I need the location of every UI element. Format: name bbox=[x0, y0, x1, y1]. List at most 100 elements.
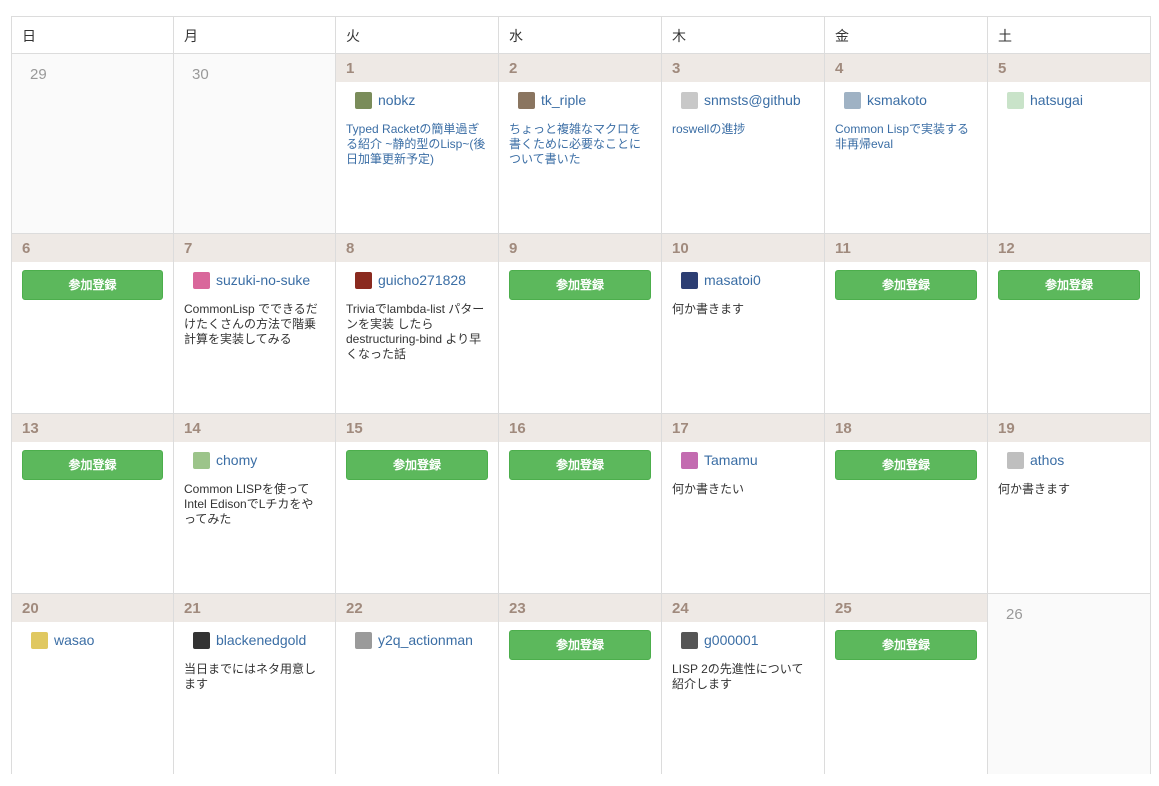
day-number-bar: 13 bbox=[12, 414, 173, 442]
entry-user[interactable]: guicho271828 bbox=[346, 270, 488, 290]
day-number-bar: 17 bbox=[662, 414, 824, 442]
join-button[interactable]: 参加登録 bbox=[835, 630, 977, 660]
day-cell: 14 chomy Common LISPを使ってIntel EdisonでLチカをや… bbox=[174, 414, 336, 593]
day-cell: 18 参加登録 bbox=[825, 414, 988, 593]
user-name-link[interactable]: masatoi0 bbox=[704, 272, 761, 288]
day-cell: 10 masatoi0 何か書きます bbox=[662, 234, 825, 413]
day-number: 17 bbox=[672, 420, 689, 437]
day-number-bar: 19 bbox=[988, 414, 1150, 442]
calendar-entry: suzuki-no-suke CommonLisp でできるだけたくさんの方法で階… bbox=[174, 262, 335, 347]
user-avatar-icon bbox=[355, 631, 372, 649]
join-button[interactable]: 参加登録 bbox=[835, 450, 977, 480]
day-cell: 8 guicho271828 Triviaでlambda-list パターンを実装 … bbox=[336, 234, 499, 413]
user-name-link[interactable]: Tamamu bbox=[704, 452, 758, 468]
day-cell: 9 参加登録 bbox=[499, 234, 662, 413]
day-number: 3 bbox=[672, 60, 681, 77]
entry-user[interactable]: masatoi0 bbox=[672, 270, 814, 290]
week-row: 20 wasao 21 blackenedgold 当日までにはネタ用意します 22 y2q… bbox=[12, 594, 1150, 774]
join-button[interactable]: 参加登録 bbox=[22, 450, 163, 480]
day-number: 13 bbox=[22, 420, 39, 437]
user-name-link[interactable]: tk_riple bbox=[541, 92, 586, 108]
day-number-bar: 25 bbox=[825, 594, 987, 622]
entry-user[interactable]: ksmakoto bbox=[835, 90, 977, 110]
day-cell: 1 nobkz Typed Racketの簡単過ぎる紹介 ~静的型のLisp~(後日… bbox=[336, 54, 499, 233]
user-name-link[interactable]: wasao bbox=[54, 632, 94, 648]
join-button[interactable]: 参加登録 bbox=[835, 270, 977, 300]
join-button[interactable]: 参加登録 bbox=[346, 450, 488, 480]
day-number: 19 bbox=[998, 420, 1015, 437]
user-avatar-icon bbox=[1007, 91, 1024, 109]
user-name-link[interactable]: suzuki-no-suke bbox=[216, 272, 310, 288]
entry-user[interactable]: hatsugai bbox=[998, 90, 1140, 110]
entry-user[interactable]: wasao bbox=[22, 630, 163, 650]
user-avatar-icon bbox=[1007, 451, 1024, 469]
user-name-link[interactable]: hatsugai bbox=[1030, 92, 1083, 108]
entry-user[interactable]: tk_riple bbox=[509, 90, 651, 110]
day-cell: 13 参加登録 bbox=[12, 414, 174, 593]
day-number-bar: 15 bbox=[336, 414, 498, 442]
day-number-bar: 14 bbox=[174, 414, 335, 442]
entry-title-link[interactable]: Typed Racketの簡単過ぎる紹介 ~静的型のLisp~(後日加筆更新予定… bbox=[346, 122, 488, 167]
user-name-link[interactable]: g000001 bbox=[704, 632, 759, 648]
entry-user[interactable]: g000001 bbox=[672, 630, 814, 650]
entry-user[interactable]: y2q_actionman bbox=[346, 630, 488, 650]
day-number-bar: 26 bbox=[988, 594, 1150, 623]
entry-title-link[interactable]: Common Lispで実装する非再帰eval bbox=[835, 122, 977, 152]
day-number-bar: 24 bbox=[662, 594, 824, 622]
user-name-link[interactable]: athos bbox=[1030, 452, 1064, 468]
entry-note: Triviaでlambda-list パターンを実装 したら destructu… bbox=[346, 302, 485, 361]
day-number-bar: 5 bbox=[988, 54, 1150, 82]
join-button[interactable]: 参加登録 bbox=[509, 450, 651, 480]
user-name-link[interactable]: y2q_actionman bbox=[378, 632, 473, 648]
join-button[interactable]: 参加登録 bbox=[509, 630, 651, 660]
entry-user[interactable]: athos bbox=[998, 450, 1140, 470]
day-number: 14 bbox=[184, 420, 201, 437]
entry-note: LISP 2の先進性について紹介します bbox=[672, 662, 804, 691]
day-cell: 7 suzuki-no-suke CommonLisp でできるだけたくさんの方法で… bbox=[174, 234, 336, 413]
day-number-bar: 1 bbox=[336, 54, 498, 82]
entry-user[interactable]: snmsts@github bbox=[672, 90, 814, 110]
entry-note: 何か書きたい bbox=[672, 482, 745, 496]
user-avatar-icon bbox=[355, 91, 372, 109]
day-number-bar: 16 bbox=[499, 414, 661, 442]
weekday-header-cell: 火 bbox=[336, 17, 499, 53]
user-name-link[interactable]: snmsts@github bbox=[704, 92, 801, 108]
week-row: 13 参加登録 14 chomy Common LISPを使ってIntel Edison… bbox=[12, 414, 1150, 594]
day-cell: 23 参加登録 bbox=[499, 594, 662, 774]
join-button[interactable]: 参加登録 bbox=[509, 270, 651, 300]
user-avatar-icon bbox=[681, 91, 698, 109]
entry-user[interactable]: blackenedgold bbox=[184, 630, 325, 650]
entry-title-link[interactable]: ちょっと複雑なマクロを書くために必要なことについて書いた bbox=[509, 122, 651, 167]
day-cell: 24 g000001 LISP 2の先進性について紹介します bbox=[662, 594, 825, 774]
day-number: 30 bbox=[192, 66, 209, 83]
day-number-bar: 8 bbox=[336, 234, 498, 262]
calendar-entry: blackenedgold 当日までにはネタ用意します bbox=[174, 622, 335, 692]
user-avatar-icon bbox=[193, 271, 210, 289]
calendar-entry: masatoi0 何か書きます bbox=[662, 262, 824, 317]
entry-user[interactable]: chomy bbox=[184, 450, 325, 470]
advent-calendar: 日月火水木金土 29 30 1 nobkz Typed Racketの簡単過ぎる紹介 ~… bbox=[11, 16, 1151, 774]
weekday-header: 日月火水木金土 bbox=[12, 17, 1150, 54]
day-number-bar: 9 bbox=[499, 234, 661, 262]
weekday-header-cell: 水 bbox=[499, 17, 662, 53]
user-name-link[interactable]: guicho271828 bbox=[378, 272, 466, 288]
join-button[interactable]: 参加登録 bbox=[998, 270, 1140, 300]
day-number: 18 bbox=[835, 420, 852, 437]
user-name-link[interactable]: blackenedgold bbox=[216, 632, 306, 648]
entry-user[interactable]: nobkz bbox=[346, 90, 488, 110]
join-button[interactable]: 参加登録 bbox=[22, 270, 163, 300]
user-name-link[interactable]: chomy bbox=[216, 452, 257, 468]
entry-title-link[interactable]: roswellの進捗 bbox=[672, 122, 814, 137]
day-number: 25 bbox=[835, 600, 852, 617]
entry-user[interactable]: suzuki-no-suke bbox=[184, 270, 325, 290]
calendar-grid: 29 30 1 nobkz Typed Racketの簡単過ぎる紹介 ~静的型のLisp… bbox=[12, 54, 1150, 774]
day-number: 8 bbox=[346, 240, 355, 257]
entry-user[interactable]: Tamamu bbox=[672, 450, 814, 470]
day-cell: 22 y2q_actionman bbox=[336, 594, 499, 774]
entry-note: 何か書きます bbox=[672, 302, 745, 316]
day-cell: 11 参加登録 bbox=[825, 234, 988, 413]
user-name-link[interactable]: ksmakoto bbox=[867, 92, 927, 108]
user-name-link[interactable]: nobkz bbox=[378, 92, 415, 108]
day-number-bar: 20 bbox=[12, 594, 173, 622]
day-cell: 19 athos 何か書きます bbox=[988, 414, 1150, 593]
